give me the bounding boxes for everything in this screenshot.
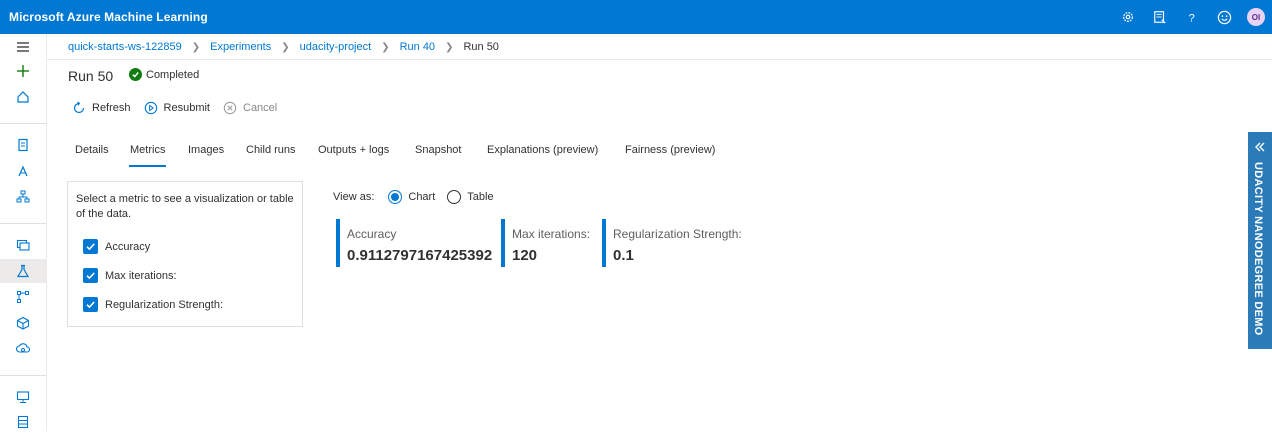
tab-child-runs[interactable]: Child runs: [246, 144, 296, 156]
side-banner-text: UDACITY NANODEGREE DEMO: [1252, 162, 1264, 336]
tab-explanations[interactable]: Explanations (preview): [487, 144, 598, 156]
view-as-label: View as:: [333, 191, 375, 203]
plus-icon[interactable]: [0, 59, 46, 83]
metric-card-label: Accuracy: [347, 227, 397, 241]
double-chevron-left-icon: [1254, 140, 1266, 158]
help-icon[interactable]: ?: [1176, 0, 1208, 34]
designer-icon[interactable]: [0, 185, 46, 209]
chevron-right-icon: ❯: [191, 41, 201, 53]
avatar[interactable]: OI: [1240, 0, 1272, 34]
refresh-label: Refresh: [92, 102, 131, 114]
metric-checkbox-label: Regularization Strength:: [105, 298, 224, 311]
home-icon[interactable]: [0, 85, 46, 109]
pipelines-icon[interactable]: [0, 285, 46, 309]
chevron-right-icon: ❯: [281, 41, 290, 53]
top-bar-icons: ? OI: [1112, 0, 1272, 34]
chevron-right-icon: ❯: [381, 41, 390, 53]
radio-table-label[interactable]: Table: [467, 191, 493, 203]
metric-checkbox-regularization[interactable]: Regularization Strength:: [83, 297, 223, 312]
cancel-button[interactable]: Cancel: [223, 101, 277, 115]
tab-outputs-logs[interactable]: Outputs + logs: [318, 144, 389, 156]
play-circle-icon: [144, 101, 157, 115]
page-title: Run 50: [68, 68, 114, 84]
status-text: Completed: [146, 68, 200, 81]
tab-metrics[interactable]: Metrics: [128, 144, 167, 167]
view-as-group: View as: Chart Table: [333, 190, 494, 204]
metric-card-value: 0.1: [613, 247, 634, 264]
breadcrumb-current-run: Run 50: [463, 41, 499, 53]
metric-card-label: Max iterations:: [512, 227, 591, 241]
left-nav: [0, 34, 47, 431]
smiley-icon[interactable]: [1208, 0, 1240, 34]
tab-snapshot[interactable]: Snapshot: [415, 144, 461, 156]
metric-checkbox-label: Max iterations:: [105, 269, 177, 282]
svg-text:?: ?: [1189, 12, 1195, 24]
resubmit-button[interactable]: Resubmit: [144, 101, 210, 115]
avatar-initials: OI: [1247, 8, 1265, 26]
metric-card-max-iterations: Max iterations: 120: [501, 219, 590, 267]
metric-selection-panel: Select a metric to see a visualization o…: [67, 181, 303, 327]
datasets-icon[interactable]: [0, 233, 46, 257]
metric-checkbox-label: Accuracy: [105, 240, 151, 253]
resubmit-label: Resubmit: [163, 102, 210, 114]
notebook-icon[interactable]: [0, 133, 46, 157]
hamburger-icon[interactable]: [0, 35, 46, 59]
cancel-icon: [223, 101, 237, 115]
cancel-label: Cancel: [243, 102, 278, 114]
breadcrumb-workspace[interactable]: quick-starts-ws-122859: [68, 41, 182, 53]
metric-checkbox-accuracy[interactable]: Accuracy: [83, 239, 150, 254]
nav-divider: [0, 375, 46, 376]
breadcrumb-divider: [46, 59, 1272, 60]
radio-chart[interactable]: [388, 190, 403, 204]
status-badge: Completed: [129, 68, 199, 81]
breadcrumb-experiment[interactable]: udacity-project: [300, 41, 372, 53]
tab-images[interactable]: Images: [188, 144, 224, 156]
check-circle-icon: [129, 68, 142, 81]
radio-table[interactable]: [447, 190, 462, 204]
tab-details[interactable]: Details: [75, 144, 109, 156]
refresh-button[interactable]: Refresh: [72, 101, 131, 115]
experiments-icon[interactable]: [0, 259, 46, 283]
compute-icon[interactable]: [0, 385, 46, 409]
endpoints-icon[interactable]: [0, 337, 46, 361]
checkbox-checked-icon: [83, 268, 98, 283]
radio-chart-label[interactable]: Chart: [408, 191, 435, 203]
command-bar: Refresh Resubmit Cancel: [72, 101, 290, 115]
tab-fairness[interactable]: Fairness (preview): [625, 144, 715, 156]
metric-card-value: 0.9112797167425392: [347, 247, 493, 264]
top-bar: Microsoft Azure Machine Learning ? OI: [0, 0, 1272, 34]
refresh-icon: [73, 101, 85, 114]
metric-card-value: 120: [512, 247, 538, 264]
breadcrumb-experiments[interactable]: Experiments: [210, 41, 271, 53]
metric-checkbox-max-iterations[interactable]: Max iterations:: [83, 268, 177, 283]
automl-icon[interactable]: [0, 159, 46, 183]
models-icon[interactable]: [0, 311, 46, 335]
chevron-right-icon: ❯: [445, 41, 454, 53]
breadcrumb-parent-run[interactable]: Run 40: [400, 41, 435, 53]
settings-icon[interactable]: [1112, 0, 1144, 34]
nav-divider: [0, 223, 46, 224]
nav-divider: [0, 123, 46, 124]
side-banner[interactable]: UDACITY NANODEGREE DEMO: [1248, 132, 1272, 349]
checkbox-checked-icon: [83, 297, 98, 312]
breadcrumb: quick-starts-ws-122859 ❯ Experiments ❯ u…: [68, 40, 499, 54]
metric-card-accuracy: Accuracy 0.9112797167425392: [336, 219, 492, 267]
metric-card-regularization: Regularization Strength: 0.1: [602, 219, 742, 267]
metric-panel-description: Select a metric to see a visualization o…: [76, 193, 294, 220]
feedback-icon[interactable]: [1144, 0, 1176, 34]
app-title: Microsoft Azure Machine Learning: [9, 10, 208, 24]
checkbox-checked-icon: [83, 239, 98, 254]
datastores-icon[interactable]: [0, 410, 46, 434]
metric-card-label: Regularization Strength:: [613, 227, 742, 241]
